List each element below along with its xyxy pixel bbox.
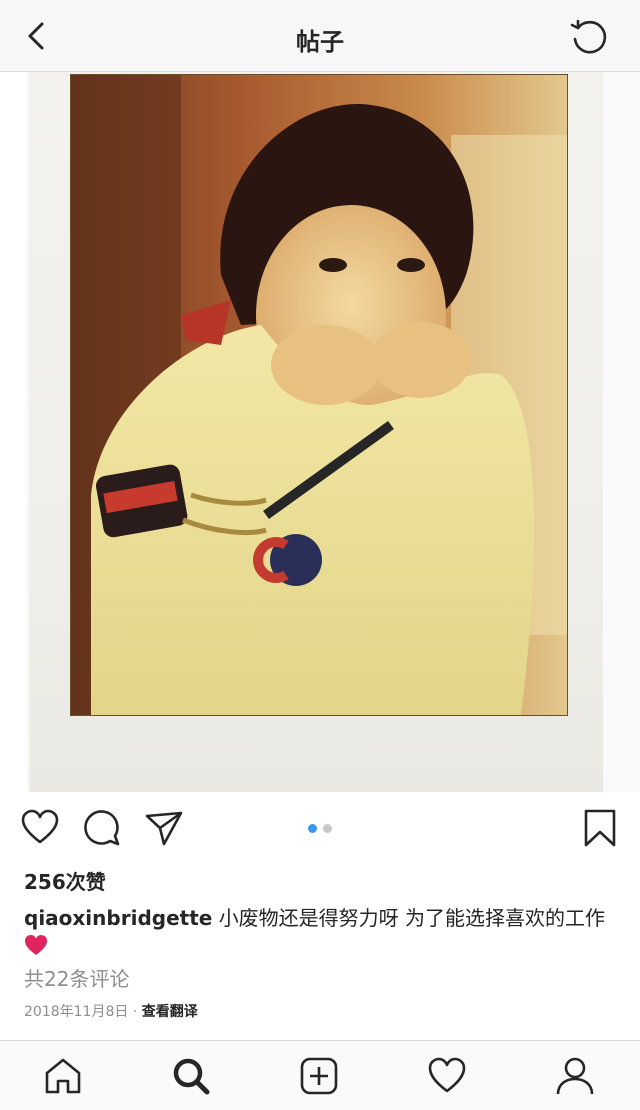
top-nav-bar: 帖子 [0,0,640,72]
caption-username[interactable]: qiaoxinbridgette [24,906,212,930]
profile-icon[interactable] [554,1055,596,1097]
meta-separator: · [132,1004,138,1020]
post-photo[interactable] [70,74,568,716]
post-action-bar [0,800,640,856]
bottom-tab-bar [0,1040,640,1110]
carousel-dot [323,824,332,833]
view-comments-link[interactable]: 共22条评论 [24,963,129,992]
home-icon[interactable] [42,1055,84,1097]
caption-text: 小废物还是得努力呀 为了能选择喜欢的工作 [218,906,606,930]
post-media[interactable] [0,72,640,792]
add-post-icon[interactable] [298,1055,340,1097]
search-icon[interactable] [170,1055,212,1097]
activity-heart-icon[interactable] [426,1055,468,1097]
likes-count[interactable]: 256次赞 [24,866,106,895]
send-icon[interactable] [144,808,184,848]
post-caption: qiaoxinbridgette 小废物还是得努力呀 为了能选择喜欢的工作 [24,904,620,960]
page-title: 帖子 [296,28,344,56]
carousel-dot-active [308,824,317,833]
post-date: 2018年11月8日 [24,1004,129,1020]
bookmark-icon[interactable] [580,808,620,848]
media-edge [603,72,640,792]
heart-outline-icon[interactable] [20,808,60,848]
comment-bubble-icon[interactable] [82,808,122,848]
refresh-icon[interactable] [568,16,610,58]
red-heart-emoji-icon [24,934,48,956]
see-translation-link[interactable]: 查看翻译 [142,1004,198,1020]
post-meta: 2018年11月8日 · 查看翻译 [24,1001,198,1021]
carousel-indicator [308,824,334,834]
